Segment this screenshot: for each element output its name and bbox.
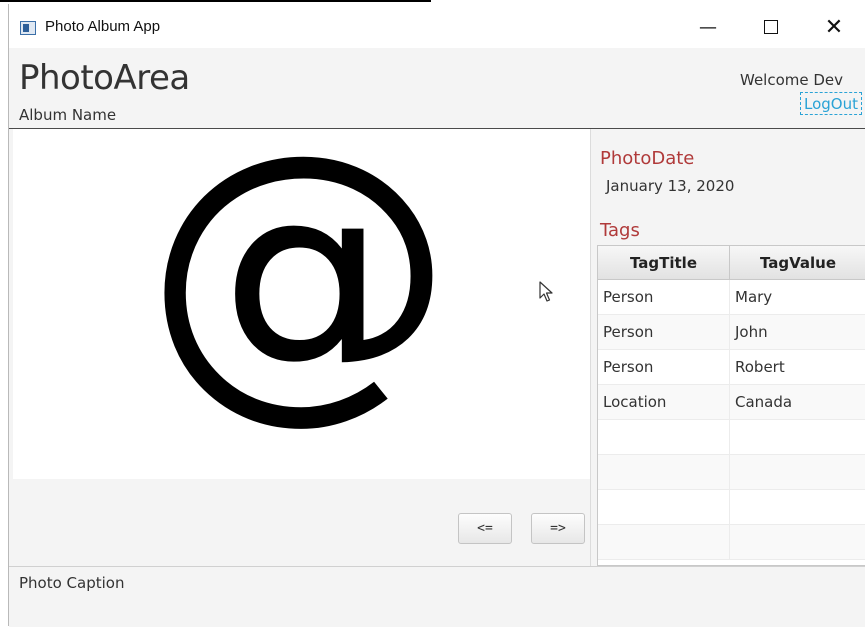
minimize-button[interactable]: — [685, 10, 731, 44]
caption-area: Photo Caption [9, 566, 865, 627]
table-row[interactable]: Location Canada [598, 385, 865, 420]
column-header-tagtitle[interactable]: TagTitle [598, 246, 731, 279]
title-bar: Photo Album App — ✕ [9, 4, 865, 48]
photo-image: @ [144, 129, 454, 449]
table-row[interactable] [598, 420, 865, 455]
logout-link[interactable]: LogOut [800, 92, 862, 115]
app-window: Photo Album App — ✕ PhotoArea Album Name… [8, 4, 865, 627]
maximize-icon [764, 20, 778, 34]
window-title: Photo Album App [45, 18, 161, 35]
tag-title-cell: Person [598, 315, 730, 349]
header: PhotoArea Album Name Welcome Dev LogOut [9, 48, 865, 129]
tag-value-cell: Robert [730, 350, 865, 384]
tag-title-cell [598, 420, 730, 454]
tag-value-cell [730, 525, 865, 559]
album-name-label: Album Name [19, 106, 117, 124]
photo-pane: @ <= => [9, 129, 590, 566]
details-pane: PhotoDate January 13, 2020 Tags TagTitle… [590, 129, 865, 566]
app-window-icon [20, 21, 36, 35]
page-title: PhotoArea [19, 58, 190, 98]
table-row[interactable]: Person Robert [598, 350, 865, 385]
tag-title-cell [598, 455, 730, 489]
tag-title-cell: Person [598, 280, 730, 314]
photodate-value: January 13, 2020 [606, 177, 735, 195]
previous-photo-button[interactable]: <= [458, 513, 512, 544]
mouse-pointer-icon [539, 281, 553, 302]
tags-table-header: TagTitle TagValue [598, 246, 865, 280]
tag-value-cell: John [730, 315, 865, 349]
column-header-tagvalue[interactable]: TagValue [730, 246, 865, 279]
tags-heading: Tags [600, 220, 640, 241]
photo-at-symbol: @ [144, 129, 454, 449]
tag-value-cell [730, 490, 865, 524]
table-row[interactable]: Person Mary [598, 280, 865, 315]
close-button[interactable]: ✕ [811, 10, 857, 44]
table-row[interactable] [598, 490, 865, 525]
tag-title-cell: Person [598, 350, 730, 384]
tag-value-cell [730, 455, 865, 489]
tag-value-cell: Mary [730, 280, 865, 314]
photodate-heading: PhotoDate [600, 148, 695, 169]
tag-title-cell: Location [598, 385, 730, 419]
table-row[interactable] [598, 525, 865, 560]
welcome-label: Welcome Dev [740, 71, 844, 89]
tag-title-cell [598, 525, 730, 559]
photo-caption: Photo Caption [19, 574, 125, 592]
table-row[interactable] [598, 455, 865, 490]
main-content: @ <= => PhotoDate January 13, 2020 Tags … [9, 129, 865, 566]
top-underline [0, 0, 431, 2]
close-icon: ✕ [824, 14, 844, 40]
minimize-icon: — [699, 16, 717, 38]
maximize-button[interactable] [748, 10, 794, 44]
tag-value-cell [730, 420, 865, 454]
photo-view: @ [13, 129, 590, 479]
tag-title-cell [598, 490, 730, 524]
next-photo-button[interactable]: => [531, 513, 585, 544]
tag-value-cell: Canada [730, 385, 865, 419]
table-row[interactable]: Person John [598, 315, 865, 350]
tags-table[interactable]: TagTitle TagValue Person Mary Person Joh… [597, 245, 865, 566]
